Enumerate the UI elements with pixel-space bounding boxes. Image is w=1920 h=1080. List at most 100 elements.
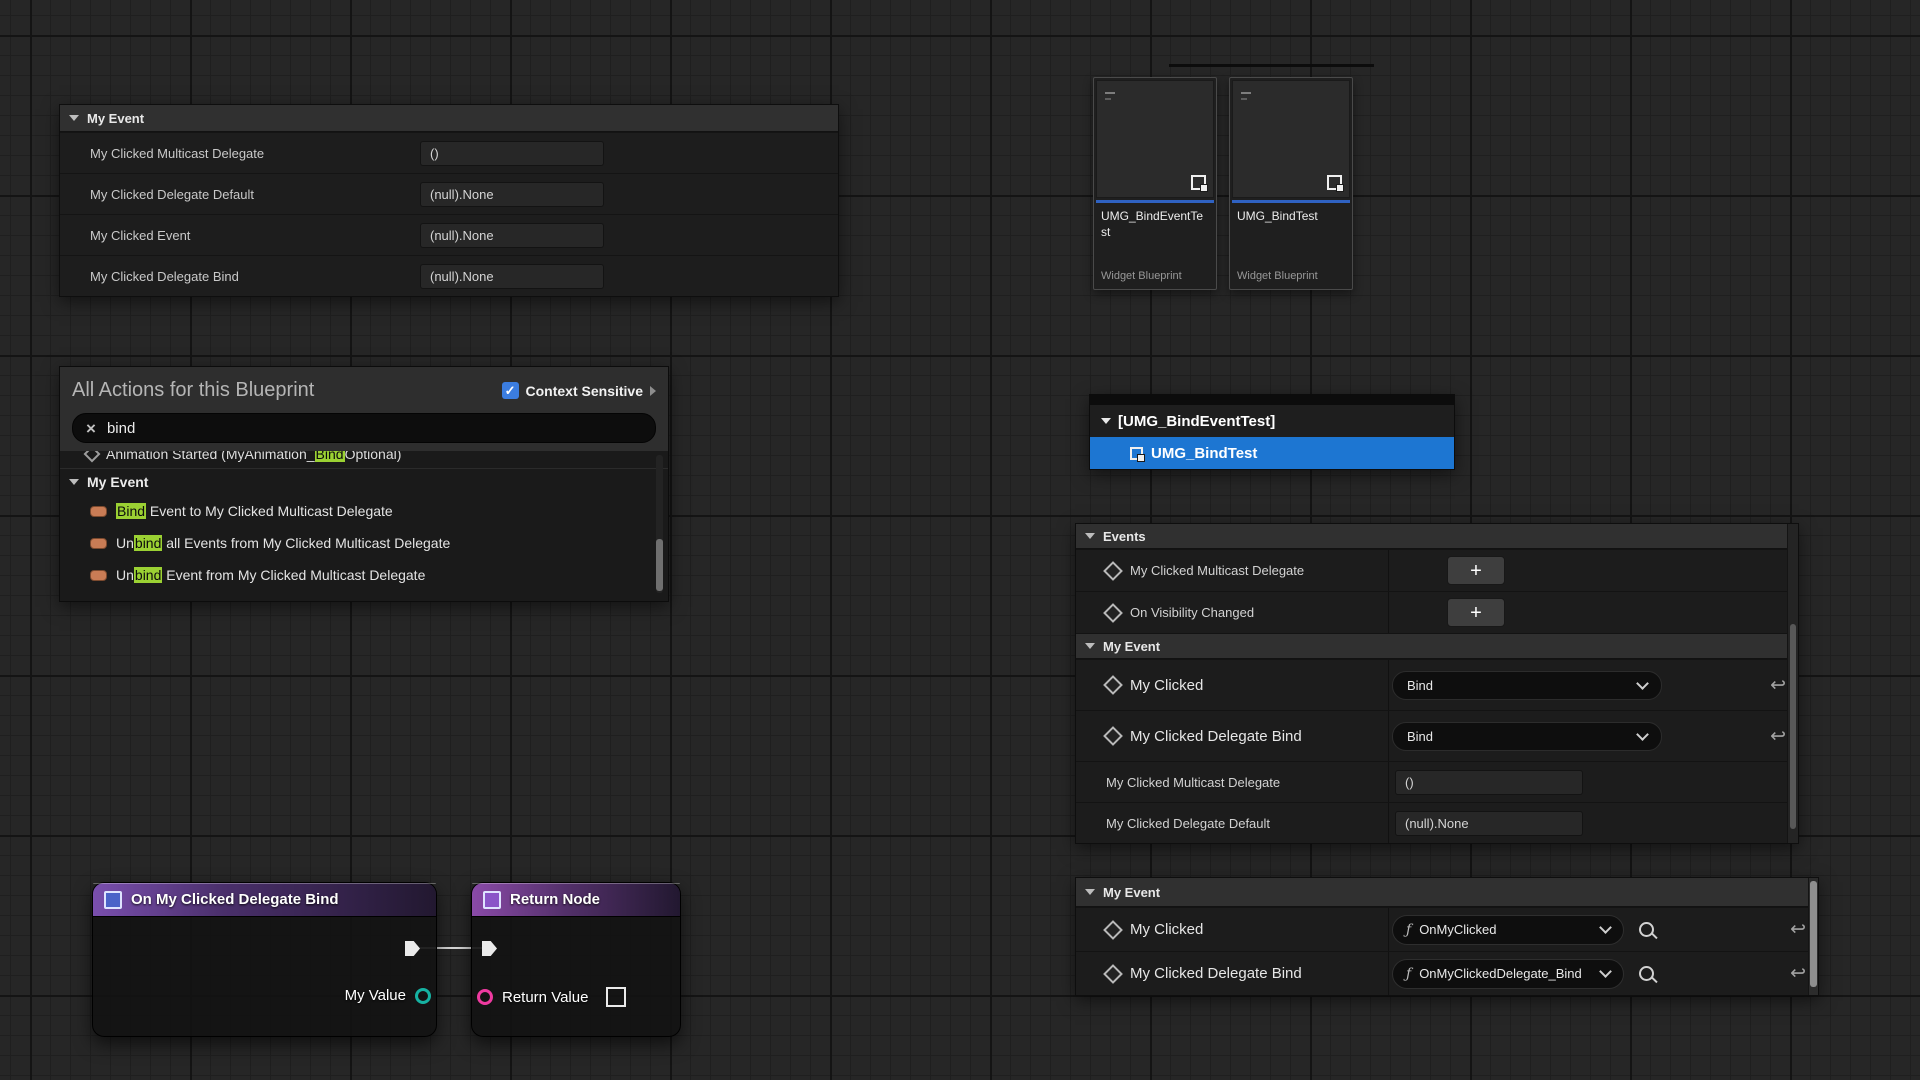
actions-category-my-event[interactable]: My Event xyxy=(60,469,668,495)
property-label: My Clicked Delegate Default xyxy=(1106,816,1270,831)
node-on-my-clicked-delegate-bind[interactable]: On My Clicked Delegate Bind My Value xyxy=(92,882,437,1037)
event-label: My Clicked Delegate Bind xyxy=(1130,965,1302,982)
node-return-node[interactable]: Return Node Return Value xyxy=(471,882,681,1037)
widget-blueprint-icon xyxy=(1327,175,1342,190)
event-diamond-icon xyxy=(1103,726,1123,746)
bind-row: My Clicked Bind ↩ xyxy=(1076,659,1798,710)
event-diamond-icon xyxy=(1103,920,1123,940)
bind-dropdown[interactable]: Bind xyxy=(1392,671,1662,700)
action-item-bind-event[interactable]: Bind Event to My Clicked Multicast Deleg… xyxy=(60,495,668,527)
event-label: On Visibility Changed xyxy=(1130,605,1254,620)
asset-card-umg-bindeventtest[interactable]: UMG_BindEventTest Widget Blueprint xyxy=(1093,77,1217,290)
widget-blueprint-icon xyxy=(1191,175,1206,190)
details-panel-bottom-right: My Event My Clicked ƒ OnMyClicked ↩ My C… xyxy=(1075,877,1819,996)
property-row: My Clicked Delegate Default (null).None xyxy=(1076,802,1798,843)
reset-to-default-icon[interactable]: ↩ xyxy=(1790,964,1806,983)
function-binding-dropdown[interactable]: ƒ OnMyClickedDelegate_Bind xyxy=(1392,959,1624,989)
value-field[interactable]: (null).None xyxy=(1395,811,1583,836)
event-label: My Clicked Delegate Bind xyxy=(1130,728,1302,745)
blueprint-graph-background: My Event My Clicked Multicast Delegate (… xyxy=(0,0,1920,1080)
category-header-my-event[interactable]: My Event xyxy=(1076,878,1818,907)
property-row: My Clicked Multicast Delegate () xyxy=(60,132,838,173)
chevron-down-icon xyxy=(1085,643,1095,649)
exec-output-pin[interactable] xyxy=(405,941,420,956)
return-value-checkbox[interactable] xyxy=(606,987,626,1007)
category-header-my-event[interactable]: My Event xyxy=(1076,633,1798,659)
event-label: My Clicked Multicast Delegate xyxy=(1130,563,1304,578)
function-binding-dropdown[interactable]: ƒ OnMyClicked xyxy=(1392,915,1624,945)
return-value-input-pin[interactable] xyxy=(477,989,493,1005)
node-title: On My Clicked Delegate Bind xyxy=(131,891,339,908)
tab-underline xyxy=(1169,64,1374,67)
node-header[interactable]: Return Node xyxy=(472,883,680,917)
browse-to-function-icon[interactable] xyxy=(1639,966,1654,981)
chevron-down-icon xyxy=(1085,533,1095,539)
value-field[interactable]: (null).None xyxy=(420,264,604,289)
chevron-right-icon[interactable] xyxy=(650,386,656,396)
action-item-unbind-all[interactable]: Unbind all Events from My Clicked Multic… xyxy=(60,527,668,559)
node-title: Return Node xyxy=(510,891,600,908)
node-header[interactable]: On My Clicked Delegate Bind xyxy=(93,883,436,917)
add-event-button[interactable]: + xyxy=(1447,598,1505,627)
event-row: My Clicked Multicast Delegate + xyxy=(1076,549,1798,591)
input-pin-label: Return Value xyxy=(502,989,588,1006)
details-panel-right: Events My Clicked Multicast Delegate + O… xyxy=(1075,523,1799,844)
context-sensitive-checkbox[interactable]: ✓ xyxy=(502,382,519,399)
asset-card-umg-bindtest[interactable]: UMG_BindTest Widget Blueprint xyxy=(1229,77,1353,290)
thumbnail-mark xyxy=(1105,92,1115,94)
hierarchy-selected-label: UMG_BindTest xyxy=(1151,445,1257,462)
asset-thumbnail xyxy=(1232,80,1350,198)
hierarchy-root-row[interactable]: [UMG_BindEventTest] xyxy=(1090,405,1454,437)
chevron-down-icon xyxy=(1101,418,1111,424)
bind-dropdown[interactable]: Bind xyxy=(1392,722,1662,751)
action-item-unbind-event[interactable]: Unbind Event from My Clicked Multicast D… xyxy=(60,559,668,591)
category-header-events[interactable]: Events xyxy=(1076,524,1798,549)
property-row: My Clicked Multicast Delegate () xyxy=(1076,761,1798,802)
reset-to-default-icon[interactable]: ↩ xyxy=(1790,920,1806,939)
bind-row: My Clicked Delegate Bind Bind ↩ xyxy=(1076,710,1798,761)
hierarchy-selected-row[interactable]: UMG_BindTest xyxy=(1090,437,1454,469)
asset-name: UMG_BindTest xyxy=(1230,203,1352,255)
value-field[interactable]: () xyxy=(1395,770,1583,795)
chevron-down-icon xyxy=(1599,921,1612,934)
clear-search-icon[interactable]: × xyxy=(86,420,96,437)
reset-to-default-icon[interactable]: ↩ xyxy=(1770,727,1786,746)
scrollbar-thumb[interactable] xyxy=(1810,881,1817,987)
value-field[interactable]: (null).None xyxy=(420,223,604,248)
exec-input-pin[interactable] xyxy=(482,941,497,956)
category-header-my-event[interactable]: My Event xyxy=(60,105,838,132)
my-value-output-pin[interactable] xyxy=(415,988,431,1004)
property-label: My Clicked Multicast Delegate xyxy=(1106,775,1280,790)
property-label: My Clicked Delegate Default xyxy=(60,187,412,202)
event-label: My Clicked xyxy=(1130,677,1203,694)
scrollbar-thumb[interactable] xyxy=(656,539,663,591)
value-field[interactable]: (null).None xyxy=(420,182,604,207)
category-label: My Event xyxy=(87,111,144,126)
reset-to-default-icon[interactable]: ↩ xyxy=(1770,676,1786,695)
add-event-button[interactable]: + xyxy=(1447,556,1505,585)
property-row: My Clicked Delegate Default (null).None xyxy=(60,173,838,214)
delegate-pill-icon xyxy=(90,538,107,549)
event-label: My Clicked xyxy=(1130,921,1203,938)
actions-menu-title: All Actions for this Blueprint xyxy=(72,379,314,402)
return-node-icon xyxy=(483,891,501,909)
scrollbar-thumb[interactable] xyxy=(1790,624,1796,829)
action-item-clipped[interactable]: Animation Started (MyAnimation_BindOptio… xyxy=(60,451,668,469)
function-icon: ƒ xyxy=(1406,966,1411,982)
details-panel-top-left: My Event My Clicked Multicast Delegate (… xyxy=(59,104,839,297)
context-sensitive-label: Context Sensitive xyxy=(526,383,643,399)
value-field[interactable]: () xyxy=(420,141,604,166)
search-value: bind xyxy=(107,420,135,437)
event-diamond-icon xyxy=(1103,964,1123,984)
chevron-down-icon xyxy=(69,479,79,485)
search-input[interactable]: × bind xyxy=(72,413,656,443)
actions-result-list: Animation Started (MyAnimation_BindOptio… xyxy=(60,451,668,601)
hierarchy-top-strip xyxy=(1090,395,1454,405)
event-row: On Visibility Changed + xyxy=(1076,591,1798,633)
chevron-down-icon xyxy=(1599,965,1612,978)
browse-to-function-icon[interactable] xyxy=(1639,922,1654,937)
chevron-down-icon xyxy=(1636,728,1649,741)
property-row: My Clicked Event (null).None xyxy=(60,214,838,255)
function-icon: ƒ xyxy=(1406,922,1411,938)
event-diamond-icon xyxy=(1103,675,1123,695)
